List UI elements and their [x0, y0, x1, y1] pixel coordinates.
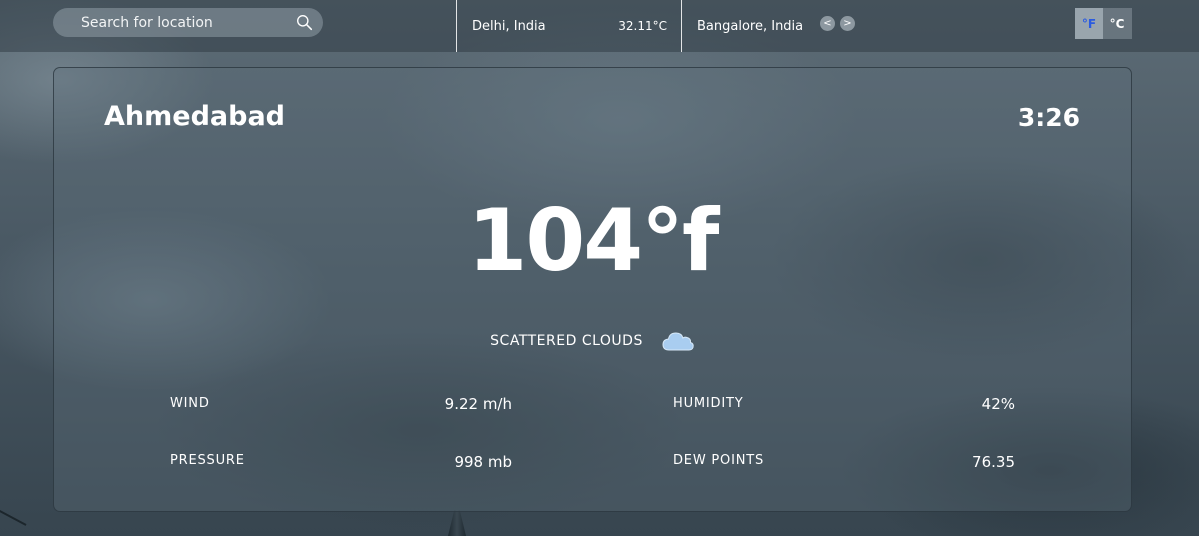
dew-point-value: 76.35 — [972, 453, 1015, 471]
search-input[interactable] — [81, 8, 281, 37]
humidity-value: 42% — [981, 395, 1015, 413]
saved-city-bangalore[interactable]: Bangalore, India — [697, 0, 817, 52]
celsius-button[interactable]: °C — [1103, 8, 1131, 39]
city-name: Ahmedabad — [104, 101, 285, 132]
current-temperature: 104°f — [467, 191, 720, 291]
pressure-label: PRESSURE — [170, 453, 245, 468]
prev-city-button[interactable]: < — [820, 16, 835, 31]
fahrenheit-button[interactable]: °F — [1075, 8, 1103, 39]
saved-city-delhi[interactable]: Delhi, India 32.11°C — [456, 0, 682, 52]
wind-value: 9.22 m/h — [444, 395, 512, 413]
next-city-button[interactable]: > — [840, 16, 855, 31]
saved-city-name: Delhi, India — [472, 18, 546, 34]
weather-condition: SCATTERED CLOUDS — [490, 333, 643, 349]
unit-toggle: °F °C — [1075, 8, 1132, 39]
saved-city-name: Bangalore, India — [697, 18, 804, 34]
top-bar: Delhi, India 32.11°C Bangalore, India < … — [0, 0, 1199, 52]
cloud-icon — [662, 332, 694, 351]
condition-row: SCATTERED CLOUDS — [54, 328, 1131, 354]
search-icon[interactable] — [296, 14, 313, 31]
humidity-label: HUMIDITY — [673, 396, 744, 411]
dew-point-label: DEW POINTS — [673, 453, 765, 468]
search-box — [53, 8, 323, 37]
weather-card: Ahmedabad 3:26 104°f SCATTERED CLOUDS WI… — [53, 67, 1132, 512]
saved-city-temp: 32.11°C — [618, 19, 667, 33]
local-time: 3:26 — [1017, 103, 1080, 132]
pressure-value: 998 mb — [454, 453, 512, 471]
wind-label: WIND — [170, 396, 210, 411]
